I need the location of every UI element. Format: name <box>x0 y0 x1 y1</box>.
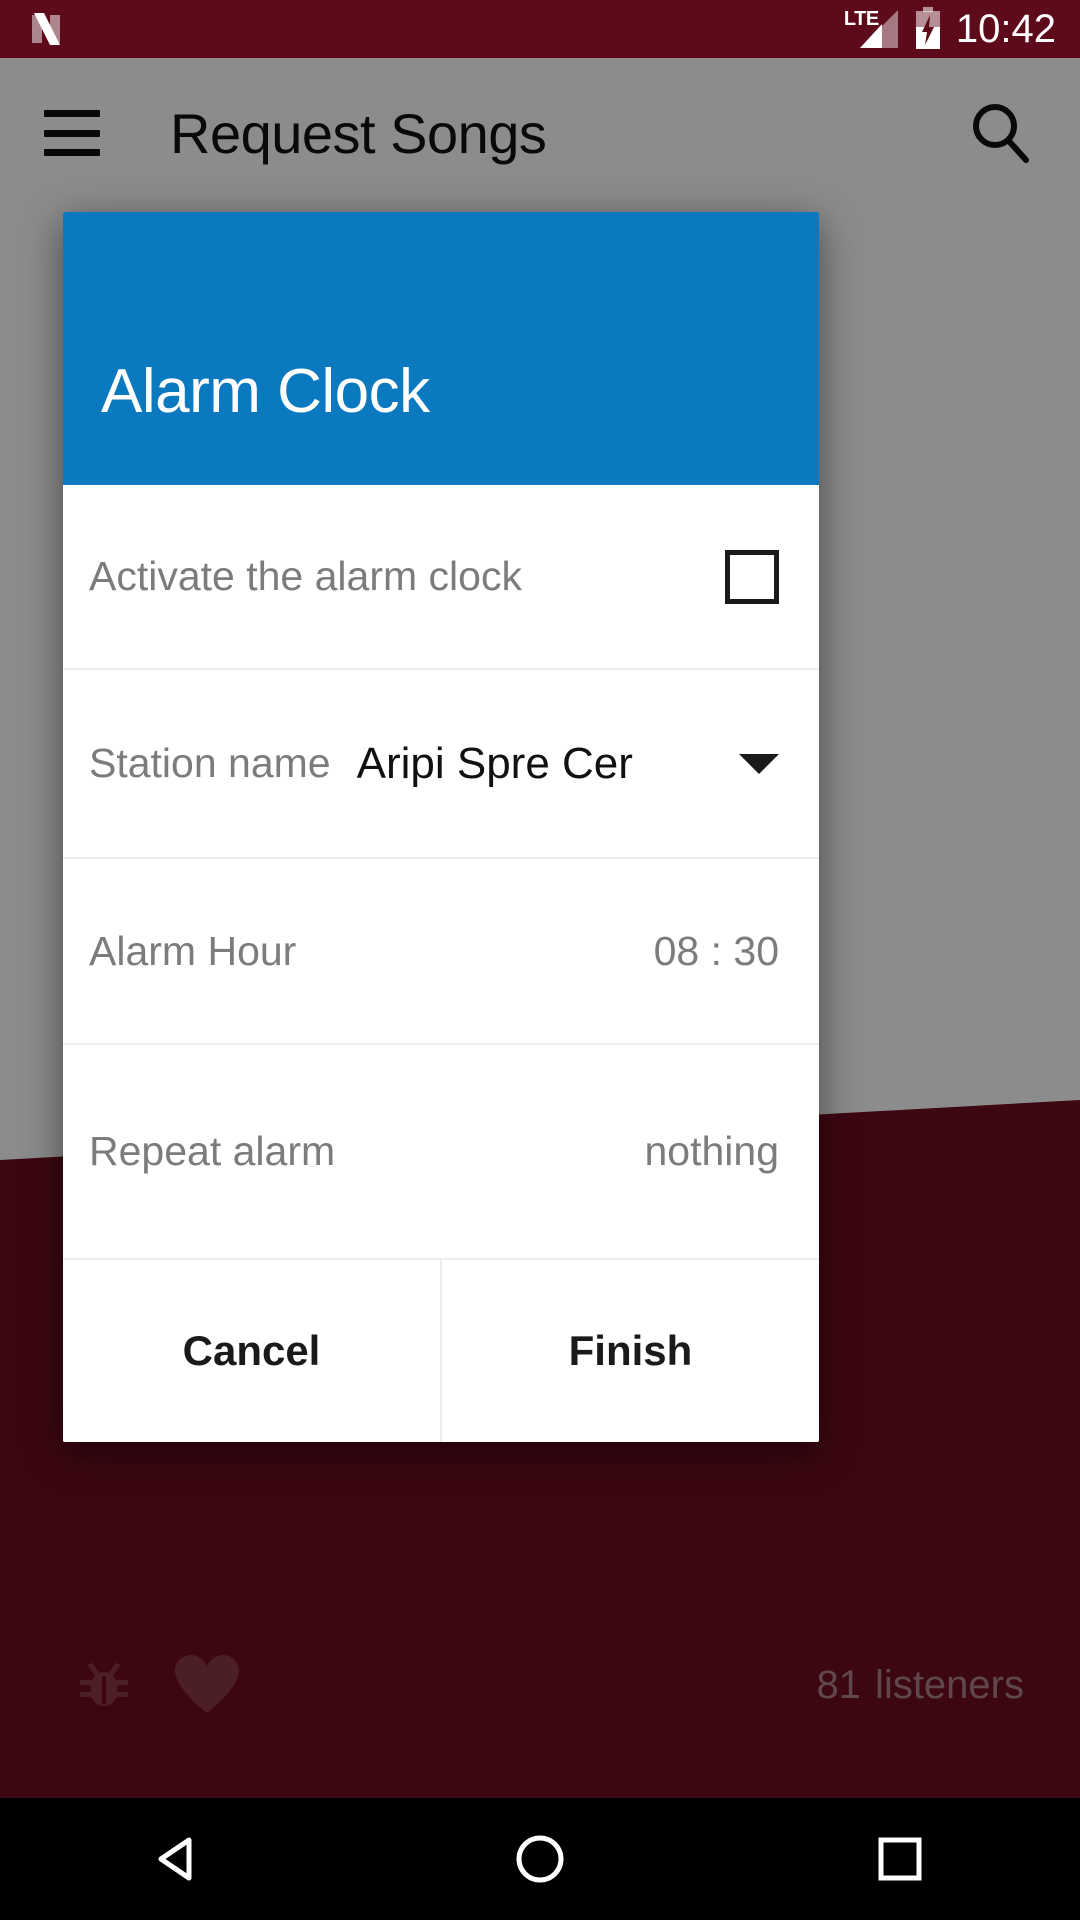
dialog-title: Alarm Clock <box>101 357 430 426</box>
battery-charging-icon <box>914 7 942 51</box>
status-bar-right: LTE 10:42 <box>842 7 1056 51</box>
signal-bars-icon <box>858 10 900 48</box>
back-triangle-icon[interactable] <box>120 1819 240 1899</box>
dialog-button-bar: Cancel Finish <box>63 1260 819 1442</box>
activate-alarm-checkbox[interactable] <box>725 549 779 604</box>
recents-square-icon[interactable] <box>840 1819 960 1899</box>
repeat-alarm-label: Repeat alarm <box>89 1128 336 1174</box>
network-type-indicator: LTE <box>842 7 900 51</box>
status-bar-left <box>24 7 68 51</box>
home-circle-icon[interactable] <box>480 1819 600 1899</box>
dialog-header: Alarm Clock <box>63 212 819 485</box>
cancel-button[interactable]: Cancel <box>63 1260 442 1442</box>
dialog-row-alarm-hour[interactable]: Alarm Hour 08 : 30 <box>63 859 819 1045</box>
alarm-hour-label: Alarm Hour <box>89 927 297 974</box>
android-n-logo-icon <box>24 7 68 51</box>
activate-alarm-label: Activate the alarm clock <box>89 553 522 599</box>
status-bar: LTE 10:42 <box>0 0 1080 58</box>
station-name-value: Aripi Spre Cer <box>356 738 633 788</box>
repeat-alarm-value: nothing <box>644 1128 779 1174</box>
alarm-hour-value: 08 : 30 <box>653 927 779 974</box>
dialog-row-station-name[interactable]: Station name Aripi Spre Cer <box>63 670 819 859</box>
finish-button[interactable]: Finish <box>442 1260 819 1442</box>
alarm-clock-dialog: Alarm Clock Activate the alarm clock Sta… <box>63 212 819 1442</box>
station-name-label: Station name <box>89 740 331 786</box>
dialog-row-repeat-alarm[interactable]: Repeat alarm nothing <box>63 1045 819 1260</box>
system-navigation-bar <box>0 1798 1080 1920</box>
chevron-down-icon[interactable] <box>739 753 779 774</box>
status-bar-clock: 10:42 <box>955 7 1056 51</box>
dialog-row-activate-alarm[interactable]: Activate the alarm clock <box>63 485 819 670</box>
